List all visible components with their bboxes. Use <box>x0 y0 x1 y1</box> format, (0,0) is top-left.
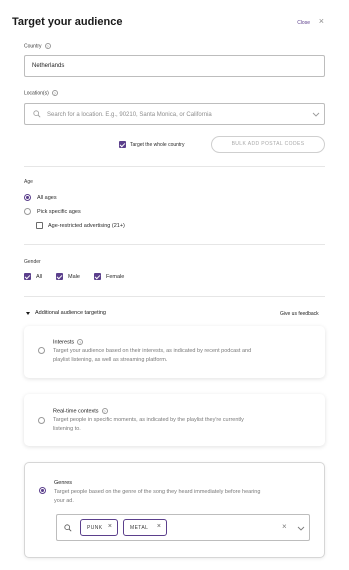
age-specific-radio[interactable] <box>24 208 31 215</box>
real-time-contexts-description-line: Target people in specific moments, as in… <box>53 417 244 423</box>
remove-tag-icon[interactable]: × <box>157 523 161 531</box>
genres-description-line: Target people based on the genre of the … <box>54 489 261 495</box>
gender-all-checkbox[interactable] <box>24 273 31 280</box>
gender-female-label: Female <box>106 274 125 280</box>
divider <box>24 296 325 297</box>
clear-icon[interactable]: × <box>282 522 287 531</box>
genre-tag: METAL × <box>123 519 167 536</box>
search-icon <box>64 524 72 532</box>
genre-tag: PUNK × <box>80 519 118 536</box>
panel-header: Target your audience Close × <box>12 16 332 32</box>
chevron-down-icon[interactable] <box>297 526 305 531</box>
search-icon <box>33 110 41 118</box>
genre-tag-label: PUNK <box>87 525 103 531</box>
help-icon[interactable]: ? <box>101 408 108 414</box>
interests-description: Target your audience based on their inte… <box>53 347 251 365</box>
genres-title: Genres <box>54 480 73 486</box>
additional-targeting-toggle[interactable]: Additional audience targeting <box>35 310 106 316</box>
divider <box>24 166 325 167</box>
genres-card[interactable]: Genres Target people based on the genre … <box>24 462 325 558</box>
interests-title: Interests? <box>53 339 84 346</box>
interests-radio[interactable] <box>38 347 45 354</box>
age-label: Age <box>24 179 33 185</box>
real-time-contexts-card[interactable]: Real-time contexts? Target people in spe… <box>24 394 325 446</box>
caret-down-icon[interactable] <box>26 312 30 315</box>
location-label-text: Location(s) <box>24 90 49 97</box>
location-placeholder: Search for a location. E.g., 90210, Sant… <box>47 112 212 118</box>
gender-all-label: All <box>36 274 43 280</box>
real-time-contexts-radio[interactable] <box>38 417 45 424</box>
age-specific-label: Pick specific ages <box>37 209 81 215</box>
age-all-label: All ages <box>37 195 57 201</box>
genre-tag-label: METAL <box>130 525 149 531</box>
genres-description-line: your ad. <box>54 498 74 504</box>
page-title: Target your audience <box>12 16 123 28</box>
gender-label: Gender <box>24 259 41 265</box>
gender-male-label: Male <box>68 274 80 280</box>
feedback-link[interactable]: Give us feedback <box>280 311 319 317</box>
divider <box>24 244 325 245</box>
help-icon[interactable]: ? <box>51 90 58 96</box>
country-label-text: Country <box>24 43 42 50</box>
bulk-add-postal-codes-button[interactable]: BULK ADD POSTAL CODES <box>211 136 325 153</box>
whole-country-label: Target the whole country <box>130 142 185 148</box>
real-time-contexts-description: Target people in specific moments, as in… <box>53 416 244 434</box>
interests-description-line: Target your audience based on their inte… <box>53 348 252 354</box>
genres-radio[interactable] <box>39 487 46 494</box>
country-field[interactable]: Netherlands <box>24 55 325 77</box>
close-link[interactable]: Close <box>297 20 310 26</box>
real-time-contexts-title-text: Real-time contexts <box>53 408 99 415</box>
gender-female-checkbox[interactable] <box>94 273 101 280</box>
age-all-radio[interactable] <box>24 194 31 201</box>
interests-card[interactable]: Interests? Target your audience based on… <box>24 326 325 378</box>
help-icon[interactable]: ? <box>77 339 84 345</box>
interests-title-text: Interests <box>53 339 75 346</box>
country-value: Netherlands <box>32 63 65 69</box>
whole-country-checkbox[interactable] <box>119 141 126 148</box>
interests-description-line: playlist listening, as well as streaming… <box>53 357 168 363</box>
country-label: Country? <box>24 43 51 49</box>
gender-male-checkbox[interactable] <box>56 273 63 280</box>
chevron-down-icon[interactable] <box>312 112 320 117</box>
close-icon[interactable]: × <box>319 17 324 26</box>
location-label: Location(s)? <box>24 90 58 96</box>
remove-tag-icon[interactable]: × <box>108 523 112 531</box>
real-time-contexts-description-line: listening to. <box>53 426 81 432</box>
age-restricted-label: Age-restricted advertising (21+) <box>48 223 125 229</box>
genres-description: Target people based on the genre of the … <box>54 488 260 506</box>
real-time-contexts-title: Real-time contexts? <box>53 408 108 414</box>
location-search-input[interactable]: Search for a location. E.g., 90210, Sant… <box>24 103 325 125</box>
age-restricted-checkbox[interactable] <box>36 222 43 229</box>
genres-tag-input[interactable]: PUNK × METAL × × <box>56 514 310 541</box>
help-icon[interactable]: ? <box>44 43 51 49</box>
